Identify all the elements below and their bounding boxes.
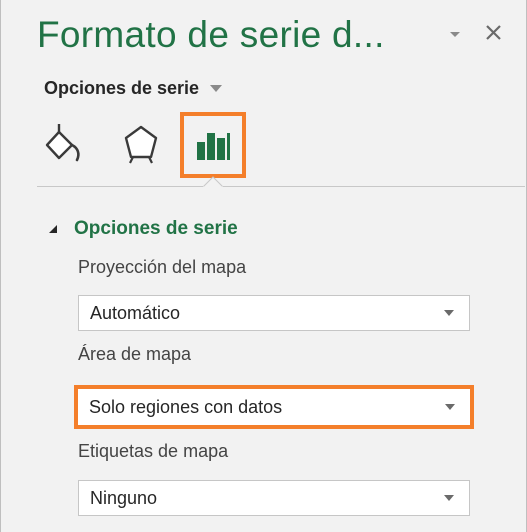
- pane-options-dropdown[interactable]: [444, 25, 466, 45]
- triangle-down-icon: [450, 32, 460, 37]
- map-labels-dropdown[interactable]: Ninguno: [78, 480, 470, 516]
- pentagon-icon: [124, 125, 158, 164]
- section-title: Opciones de serie: [74, 218, 238, 239]
- caret-expanded-icon: [49, 225, 57, 233]
- bar-chart-icon: [197, 133, 230, 160]
- map-area-dropdown[interactable]: Solo regiones con datos: [74, 385, 474, 429]
- paint-bucket-icon: [45, 124, 80, 162]
- chevron-down-icon: [444, 310, 454, 316]
- format-series-pane: Formato de serie d... Opciones de serie: [0, 0, 527, 532]
- pane-title: Formato de serie d...: [37, 14, 385, 55]
- close-icon: [486, 25, 501, 40]
- projection-value: Automático: [90, 302, 181, 323]
- projection-label: Proyección del mapa: [78, 257, 247, 277]
- tab-series-options[interactable]: [180, 112, 246, 178]
- series-options-menu[interactable]: Opciones de serie: [44, 74, 223, 102]
- chevron-down-icon: [445, 404, 455, 410]
- tab-separator: [37, 186, 525, 187]
- map-labels-value: Ninguno: [90, 487, 158, 508]
- map-labels-label: Etiquetas de mapa: [78, 441, 229, 461]
- map-area-label: Área de mapa: [78, 344, 192, 364]
- chevron-down-icon: [209, 83, 223, 93]
- map-area-value: Solo regiones con datos: [89, 396, 283, 417]
- section-series-options[interactable]: Opciones de serie: [48, 216, 238, 242]
- tab-fill-line[interactable]: [37, 112, 103, 178]
- projection-dropdown[interactable]: Automático: [78, 295, 470, 331]
- series-options-menu-label: Opciones de serie: [44, 77, 200, 98]
- tab-effects[interactable]: [116, 112, 182, 178]
- chevron-down-icon: [444, 495, 454, 501]
- selected-tab-pointer: [203, 176, 223, 196]
- close-pane-button[interactable]: [483, 22, 505, 44]
